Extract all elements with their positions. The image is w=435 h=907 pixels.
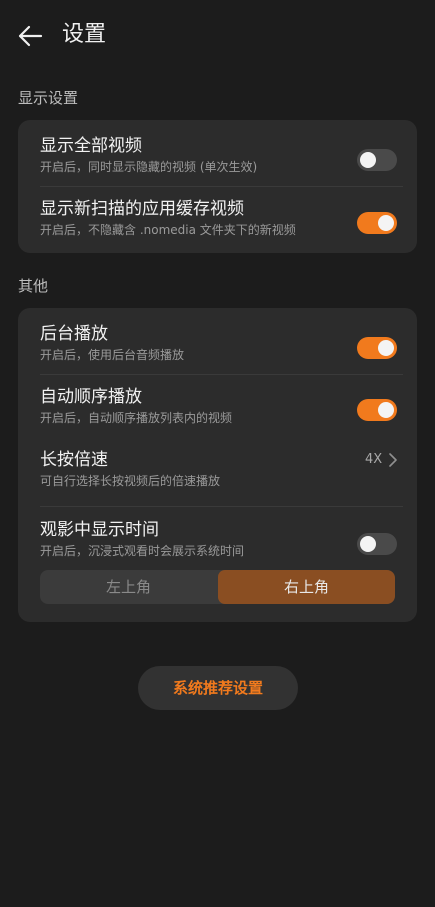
row-subtitle: 开启后，使用后台音频播放: [40, 348, 185, 362]
background-play-toggle[interactable]: [357, 337, 397, 359]
toggle-knob: [378, 340, 394, 356]
toggle-knob: [360, 152, 376, 168]
speed-value: 4X: [365, 452, 383, 467]
row-subtitle: 开启后，不隐藏含 .nomedia 文件夹下的新视频: [40, 223, 296, 237]
toggle-knob: [378, 402, 394, 418]
row-show-time-while-watching: 观影中显示时间 开启后，沉浸式观看时会展示系统时间 左上角 右上角: [18, 506, 417, 622]
recommended-settings-button[interactable]: 系统推荐设置: [138, 666, 298, 710]
row-title: 观影中显示时间: [40, 520, 159, 540]
toggle-knob: [360, 536, 376, 552]
show-all-videos-toggle[interactable]: [357, 149, 397, 171]
auto-sequential-play-toggle[interactable]: [357, 399, 397, 421]
row-title: 显示新扫描的应用缓存视频: [40, 199, 244, 219]
show-new-cached-videos-toggle[interactable]: [357, 212, 397, 234]
time-position-segmented-control: 左上角 右上角: [40, 570, 395, 604]
show-time-toggle[interactable]: [357, 533, 397, 555]
row-title: 长按倍速: [40, 450, 108, 470]
row-title: 显示全部视频: [40, 136, 142, 156]
row-long-press-speed[interactable]: 长按倍速 可自行选择长按视频后的倍速播放 4X: [18, 438, 417, 504]
segment-top-left[interactable]: 左上角: [40, 570, 217, 604]
header: 设置: [0, 0, 435, 72]
segment-top-right[interactable]: 右上角: [218, 570, 395, 604]
row-subtitle: 可自行选择长按视频后的倍速播放: [40, 474, 221, 488]
row-auto-sequential-play[interactable]: 自动顺序播放 开启后，自动顺序播放列表内的视频: [18, 374, 417, 438]
arrow-left-icon[interactable]: [16, 22, 44, 50]
other-settings-card: 后台播放 开启后，使用后台音频播放 自动顺序播放 开启后，自动顺序播放列表内的视…: [18, 308, 417, 622]
section-label-other: 其他: [18, 277, 49, 295]
section-label-display: 显示设置: [18, 89, 79, 107]
row-show-all-videos[interactable]: 显示全部视频 开启后，同时显示隐藏的视频 (单次生效): [18, 120, 417, 186]
row-show-new-cached-videos[interactable]: 显示新扫描的应用缓存视频 开启后，不隐藏含 .nomedia 文件夹下的新视频: [18, 186, 417, 253]
display-settings-card: 显示全部视频 开启后，同时显示隐藏的视频 (单次生效) 显示新扫描的应用缓存视频…: [18, 120, 417, 253]
row-subtitle: 开启后，自动顺序播放列表内的视频: [40, 411, 233, 425]
toggle-knob: [378, 215, 394, 231]
row-subtitle: 开启后，沉浸式观看时会展示系统时间: [40, 544, 245, 558]
row-title: 自动顺序播放: [40, 387, 142, 407]
row-background-play[interactable]: 后台播放 开启后，使用后台音频播放: [18, 308, 417, 374]
chevron-right-icon: [389, 453, 397, 467]
page-title: 设置: [62, 22, 107, 47]
row-title: 后台播放: [40, 324, 108, 344]
row-subtitle: 开启后，同时显示隐藏的视频 (单次生效): [40, 160, 258, 174]
